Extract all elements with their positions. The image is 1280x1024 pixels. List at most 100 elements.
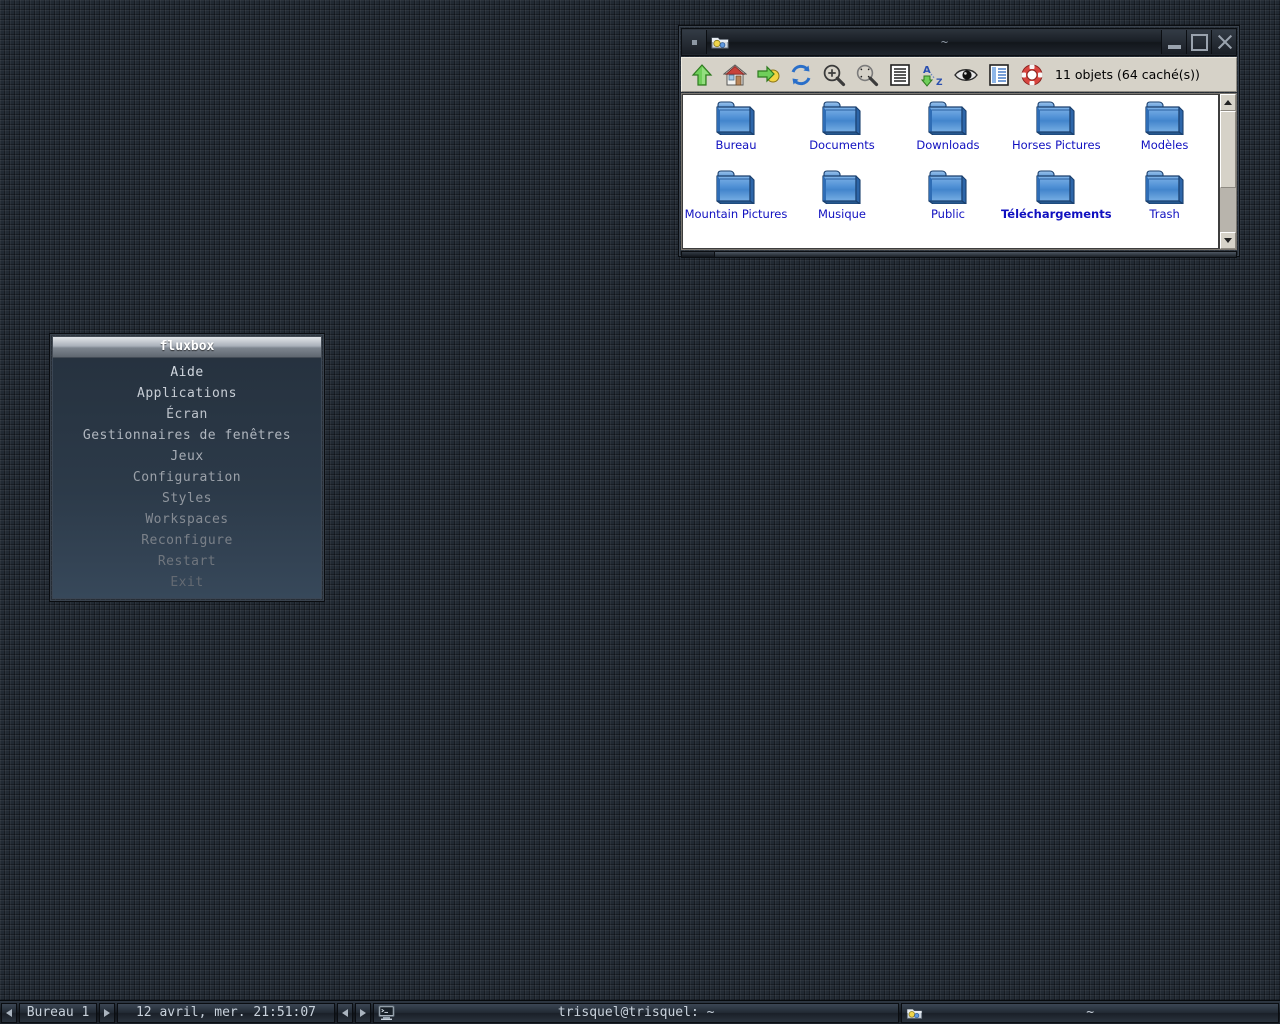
terminal-icon <box>378 1005 395 1021</box>
zoom-fit-icon[interactable] <box>853 62 881 88</box>
window-menu-icon <box>691 39 697 45</box>
file-item[interactable]: Mountain Pictures <box>683 168 789 237</box>
file-item[interactable]: Horses Pictures <box>1001 99 1112 168</box>
folder-icon <box>822 101 861 135</box>
menu-item[interactable]: Restart <box>53 551 321 572</box>
file-manager-window[interactable]: ~ A Z 11 objets (64 caché(s)) Bureau Doc… <box>678 25 1240 258</box>
task-next-button[interactable] <box>355 1002 371 1023</box>
zoom-in-icon[interactable] <box>820 62 848 88</box>
workspace-label[interactable]: Bureau 1 <box>19 1002 97 1023</box>
folder-icon <box>1036 170 1075 204</box>
vertical-scrollbar[interactable] <box>1218 94 1236 249</box>
file-item-label: Horses Pictures <box>1011 138 1101 152</box>
menu-title: fluxbox <box>52 336 322 358</box>
file-item-label: Public <box>930 207 965 221</box>
file-view-area: Bureau Documents Downloads Horses Pictur… <box>681 93 1237 250</box>
file-item[interactable]: Téléchargements <box>1001 168 1112 237</box>
file-item[interactable]: Musique <box>789 168 895 237</box>
taskbar-item-label: ~ <box>1086 1005 1095 1020</box>
go-to-icon[interactable] <box>754 62 782 88</box>
show-hidden-eye-icon[interactable] <box>952 62 980 88</box>
file-manager-toolbar: A Z 11 objets (64 caché(s)) <box>681 57 1237 92</box>
folder-icon <box>928 170 967 204</box>
folder-icon <box>1144 101 1184 135</box>
scroll-up-button[interactable] <box>1219 94 1236 111</box>
taskbar: Bureau 1 12 avril, mer. 21:51:07 trisque… <box>0 1000 1280 1024</box>
folder-app-icon <box>906 1005 923 1021</box>
scroll-down-button[interactable] <box>1219 232 1236 249</box>
file-icon-grid: Bureau Documents Downloads Horses Pictur… <box>683 95 1218 237</box>
fluxbox-root-menu[interactable]: fluxbox Aide Applications Écran Gestionnair… <box>49 333 325 602</box>
window-resize-grip-row[interactable] <box>681 251 1237 258</box>
file-item-label: Trash <box>1149 207 1180 221</box>
file-item-label: Downloads <box>916 138 980 152</box>
window-title-icon <box>711 33 729 51</box>
arrow-right-icon <box>104 1008 110 1017</box>
arrow-left-icon <box>342 1008 348 1017</box>
folder-icon <box>1144 170 1184 204</box>
home-icon[interactable] <box>721 62 749 88</box>
clock: 12 avril, mer. 21:51:07 <box>117 1002 335 1023</box>
arrow-right-icon <box>360 1008 366 1017</box>
menu-item[interactable]: Workspaces <box>53 509 321 530</box>
window-menu-button[interactable] <box>682 30 707 54</box>
file-item-label: Téléchargements <box>1000 207 1112 221</box>
file-item-label: Musique <box>817 207 866 221</box>
menu-item[interactable]: Configuration <box>53 467 321 488</box>
maximize-icon <box>1190 33 1208 51</box>
menu-item[interactable]: Écran <box>53 404 321 425</box>
minimize-icon <box>1167 44 1181 49</box>
taskbar-item-terminal[interactable]: trisquel@trisquel: ~ <box>373 1002 900 1023</box>
file-item[interactable]: Public <box>895 168 1001 237</box>
list-view-icon[interactable] <box>886 62 914 88</box>
status-text: 11 objets (64 caché(s)) <box>1055 67 1200 82</box>
detail-view-icon[interactable] <box>985 62 1013 88</box>
arrow-left-icon <box>6 1008 12 1017</box>
menu-item[interactable]: Jeux <box>53 446 321 467</box>
window-titlebar[interactable]: ~ <box>681 28 1237 56</box>
up-icon[interactable] <box>688 62 716 88</box>
file-item-label: Modèles <box>1140 138 1189 152</box>
window-maximize-button[interactable] <box>1186 30 1211 54</box>
folder-icon <box>716 101 755 135</box>
resize-grip-left[interactable] <box>681 251 715 258</box>
workspace-prev-button[interactable] <box>1 1002 17 1023</box>
scrollbar-track[interactable] <box>1219 111 1236 232</box>
menu-item[interactable]: Reconfigure <box>53 530 321 551</box>
menu-item[interactable]: Applications <box>53 383 321 404</box>
folder-icon <box>928 101 967 135</box>
help-lifering-icon[interactable] <box>1018 62 1046 88</box>
sort-az-icon[interactable]: A Z <box>919 62 947 88</box>
file-item[interactable]: Bureau <box>683 99 789 168</box>
window-minimize-button[interactable] <box>1161 30 1186 54</box>
file-item-label: Mountain Pictures <box>684 207 788 221</box>
file-item[interactable]: Documents <box>789 99 895 168</box>
folder-icon <box>716 170 755 204</box>
menu-item[interactable]: Exit <box>53 572 321 593</box>
menu-item[interactable]: Styles <box>53 488 321 509</box>
menu-item[interactable]: Aide <box>53 362 321 383</box>
file-item[interactable]: Downloads <box>895 99 1001 168</box>
svg-text:A: A <box>923 65 931 76</box>
menu-item[interactable]: Gestionnaires de fenêtres <box>53 425 321 446</box>
refresh-icon[interactable] <box>787 62 815 88</box>
chevron-down-icon <box>1223 238 1232 243</box>
file-icon-canvas[interactable]: Bureau Documents Downloads Horses Pictur… <box>682 94 1219 249</box>
file-item-label: Bureau <box>715 138 757 152</box>
menu-item-list: Aide Applications Écran Gestionnaires de fe… <box>52 358 322 599</box>
scrollbar-thumb[interactable] <box>1219 111 1236 189</box>
folder-icon <box>1036 101 1075 135</box>
resize-grip-bar[interactable] <box>715 251 1237 258</box>
chevron-up-icon <box>1223 100 1232 105</box>
window-close-button[interactable] <box>1211 30 1236 54</box>
workspace-next-button[interactable] <box>99 1002 115 1023</box>
file-item-label: Documents <box>809 138 875 152</box>
window-title: ~ <box>940 35 950 49</box>
task-prev-button[interactable] <box>337 1002 353 1023</box>
svg-text:Z: Z <box>936 78 943 87</box>
taskbar-item-label: trisquel@trisquel: ~ <box>557 1005 715 1020</box>
close-icon <box>1216 34 1232 50</box>
file-item[interactable]: Modèles <box>1112 99 1218 168</box>
taskbar-item-filemanager[interactable]: ~ <box>901 1002 1279 1023</box>
file-item[interactable]: Trash <box>1112 168 1218 237</box>
